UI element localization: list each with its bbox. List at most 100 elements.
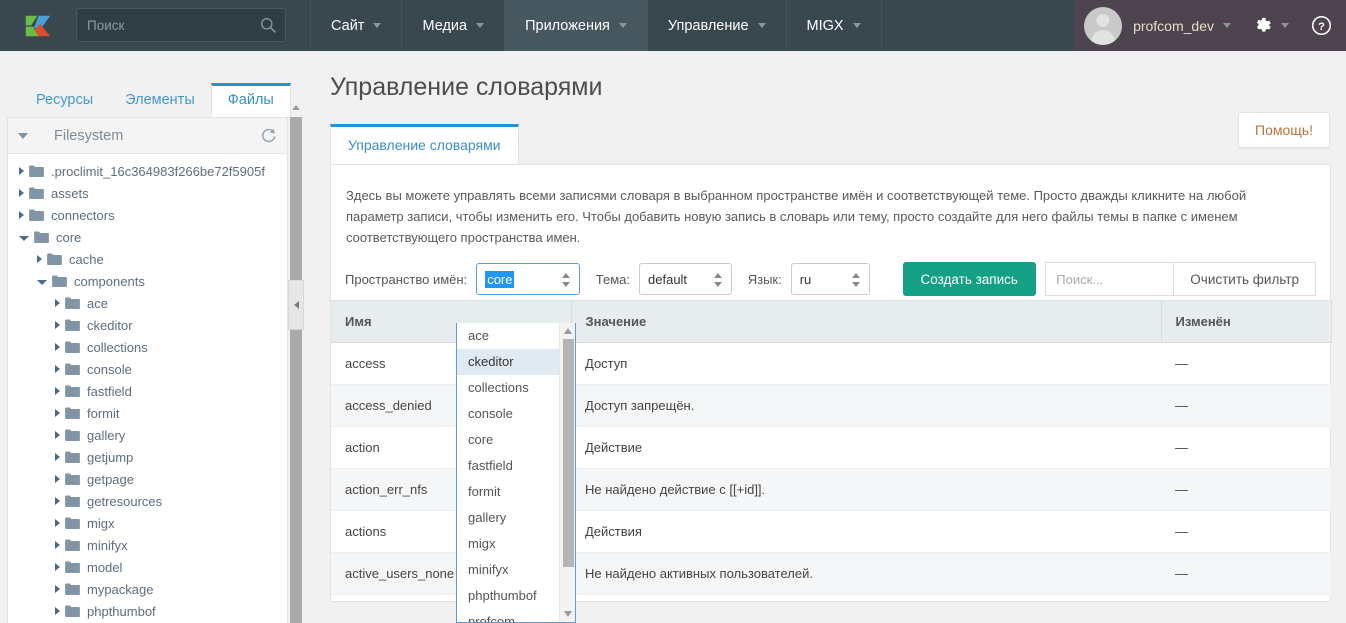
panel-collapse-handle[interactable] xyxy=(288,280,304,330)
menu-item-site[interactable]: Сайт xyxy=(310,0,401,51)
chevron-right-icon[interactable] xyxy=(19,189,24,197)
avatar[interactable] xyxy=(1084,7,1122,45)
tree-node[interactable]: mypackage xyxy=(8,578,287,600)
tree-node[interactable]: getjump xyxy=(8,446,287,468)
chevron-right-icon[interactable] xyxy=(55,365,60,373)
tree-node-label: collections xyxy=(87,340,148,355)
clear-filter-button[interactable]: Очистить фильтр xyxy=(1173,262,1316,296)
language-select[interactable]: ru xyxy=(791,263,870,295)
tree-node[interactable]: minifyx xyxy=(8,534,287,556)
tree-node[interactable]: ace xyxy=(8,292,287,314)
tree-node[interactable]: components xyxy=(8,270,287,292)
column-header-value[interactable]: Значение xyxy=(571,301,1161,343)
chevron-down-icon[interactable] xyxy=(37,280,47,285)
namespace-dropdown-list[interactable]: aceckeditorcollectionsconsolecorefastfie… xyxy=(456,323,576,623)
tree-node[interactable]: formit xyxy=(8,402,287,424)
global-search-box[interactable] xyxy=(76,8,286,42)
left-panel-scrollbar[interactable] xyxy=(288,102,305,623)
tree-header[interactable]: Filesystem xyxy=(8,118,287,154)
chevron-right-icon[interactable] xyxy=(55,453,60,461)
tree-node[interactable]: connectors xyxy=(8,204,287,226)
folder-icon xyxy=(65,605,80,617)
menu-item-applications[interactable]: Приложения xyxy=(504,0,647,51)
folder-icon xyxy=(65,341,80,353)
tree-node[interactable]: assets xyxy=(8,182,287,204)
tree-node[interactable]: phpthumbof xyxy=(8,600,287,622)
settings-button[interactable] xyxy=(1253,16,1289,35)
chevron-right-icon[interactable] xyxy=(55,409,60,417)
dropdown-option[interactable]: collections xyxy=(457,375,559,401)
tab-elements[interactable]: Элементы xyxy=(109,84,211,117)
chevron-right-icon[interactable] xyxy=(55,607,60,615)
tree-node[interactable]: fastfield xyxy=(8,380,287,402)
dropdown-option[interactable]: ckeditor xyxy=(457,349,559,375)
chevron-down-icon xyxy=(758,23,766,28)
filter-search-input[interactable] xyxy=(1045,262,1173,296)
column-header-modified[interactable]: Изменён xyxy=(1161,301,1331,343)
help-button[interactable]: ? xyxy=(1311,15,1332,36)
chevron-down-icon[interactable] xyxy=(19,236,29,241)
dropdown-option[interactable]: profcom xyxy=(457,609,559,623)
folder-icon-wrap xyxy=(65,583,87,595)
scroll-up-icon[interactable] xyxy=(564,328,572,334)
create-entry-button[interactable]: Создать запись xyxy=(903,262,1036,296)
tree-node[interactable]: model xyxy=(8,556,287,578)
tab-files[interactable]: Файлы xyxy=(211,83,291,117)
modx-logo[interactable] xyxy=(0,0,76,51)
scroll-up-icon[interactable] xyxy=(292,105,300,110)
dropdown-scrollbar[interactable] xyxy=(559,323,575,622)
tab-resources[interactable]: Ресурсы xyxy=(20,84,109,117)
tree-node[interactable]: core xyxy=(8,226,287,248)
tab-lexicon-management[interactable]: Управление словарями xyxy=(330,124,519,164)
folder-icon-wrap xyxy=(29,209,51,221)
namespace-select[interactable]: core xyxy=(476,263,580,295)
chevron-right-icon[interactable] xyxy=(37,255,42,263)
dropdown-option[interactable]: phpthumbof xyxy=(457,583,559,609)
chevron-right-icon[interactable] xyxy=(55,431,60,439)
tree-node[interactable]: gallery xyxy=(8,424,287,446)
dropdown-option[interactable]: formit xyxy=(457,479,559,505)
tree-node[interactable]: getresources xyxy=(8,490,287,512)
modx-logo-icon xyxy=(21,9,55,43)
refresh-icon[interactable] xyxy=(260,127,277,144)
tree-node[interactable]: console xyxy=(8,358,287,380)
chevron-right-icon[interactable] xyxy=(55,299,60,307)
cell-modified: — xyxy=(1161,343,1331,385)
dropdown-option[interactable]: console xyxy=(457,401,559,427)
dropdown-option[interactable]: ace xyxy=(457,323,559,349)
scrollbar-thumb[interactable] xyxy=(563,339,574,567)
chevron-right-icon[interactable] xyxy=(55,497,60,505)
tree-node-label: gallery xyxy=(87,428,125,443)
tree-node[interactable]: collections xyxy=(8,336,287,358)
chevron-right-icon[interactable] xyxy=(19,167,24,175)
chevron-down-icon[interactable] xyxy=(1223,23,1231,28)
menu-item-migx[interactable]: MIGX xyxy=(786,0,882,51)
scroll-down-icon[interactable] xyxy=(564,611,572,617)
search-input[interactable] xyxy=(77,9,285,41)
theme-select[interactable]: default xyxy=(639,263,732,295)
chevron-right-icon[interactable] xyxy=(19,211,24,219)
menu-item-media[interactable]: Медиа xyxy=(401,0,504,51)
chevron-right-icon[interactable] xyxy=(55,541,60,549)
chevron-right-icon[interactable] xyxy=(55,519,60,527)
chevron-right-icon[interactable] xyxy=(55,475,60,483)
tree-node[interactable]: ckeditor xyxy=(8,314,287,336)
chevron-right-icon[interactable] xyxy=(55,585,60,593)
tree-node[interactable]: getpage xyxy=(8,468,287,490)
dropdown-option[interactable]: gallery xyxy=(457,505,559,531)
tree-node[interactable]: .proclimit_16c364983f266be72f5905f xyxy=(8,160,287,182)
dropdown-option[interactable]: migx xyxy=(457,531,559,557)
folder-icon-wrap xyxy=(65,517,87,529)
chevron-right-icon[interactable] xyxy=(55,321,60,329)
tree-node[interactable]: migx xyxy=(8,512,287,534)
dropdown-option[interactable]: minifyx xyxy=(457,557,559,583)
dropdown-option[interactable]: fastfield xyxy=(457,453,559,479)
chevron-right-icon[interactable] xyxy=(55,563,60,571)
chevron-down-icon[interactable] xyxy=(18,133,28,139)
chevron-right-icon[interactable] xyxy=(55,343,60,351)
scrollbar-thumb[interactable] xyxy=(290,117,302,623)
chevron-right-icon[interactable] xyxy=(55,387,60,395)
dropdown-option[interactable]: core xyxy=(457,427,559,453)
menu-item-management[interactable]: Управление xyxy=(647,0,786,51)
tree-node[interactable]: cache xyxy=(8,248,287,270)
